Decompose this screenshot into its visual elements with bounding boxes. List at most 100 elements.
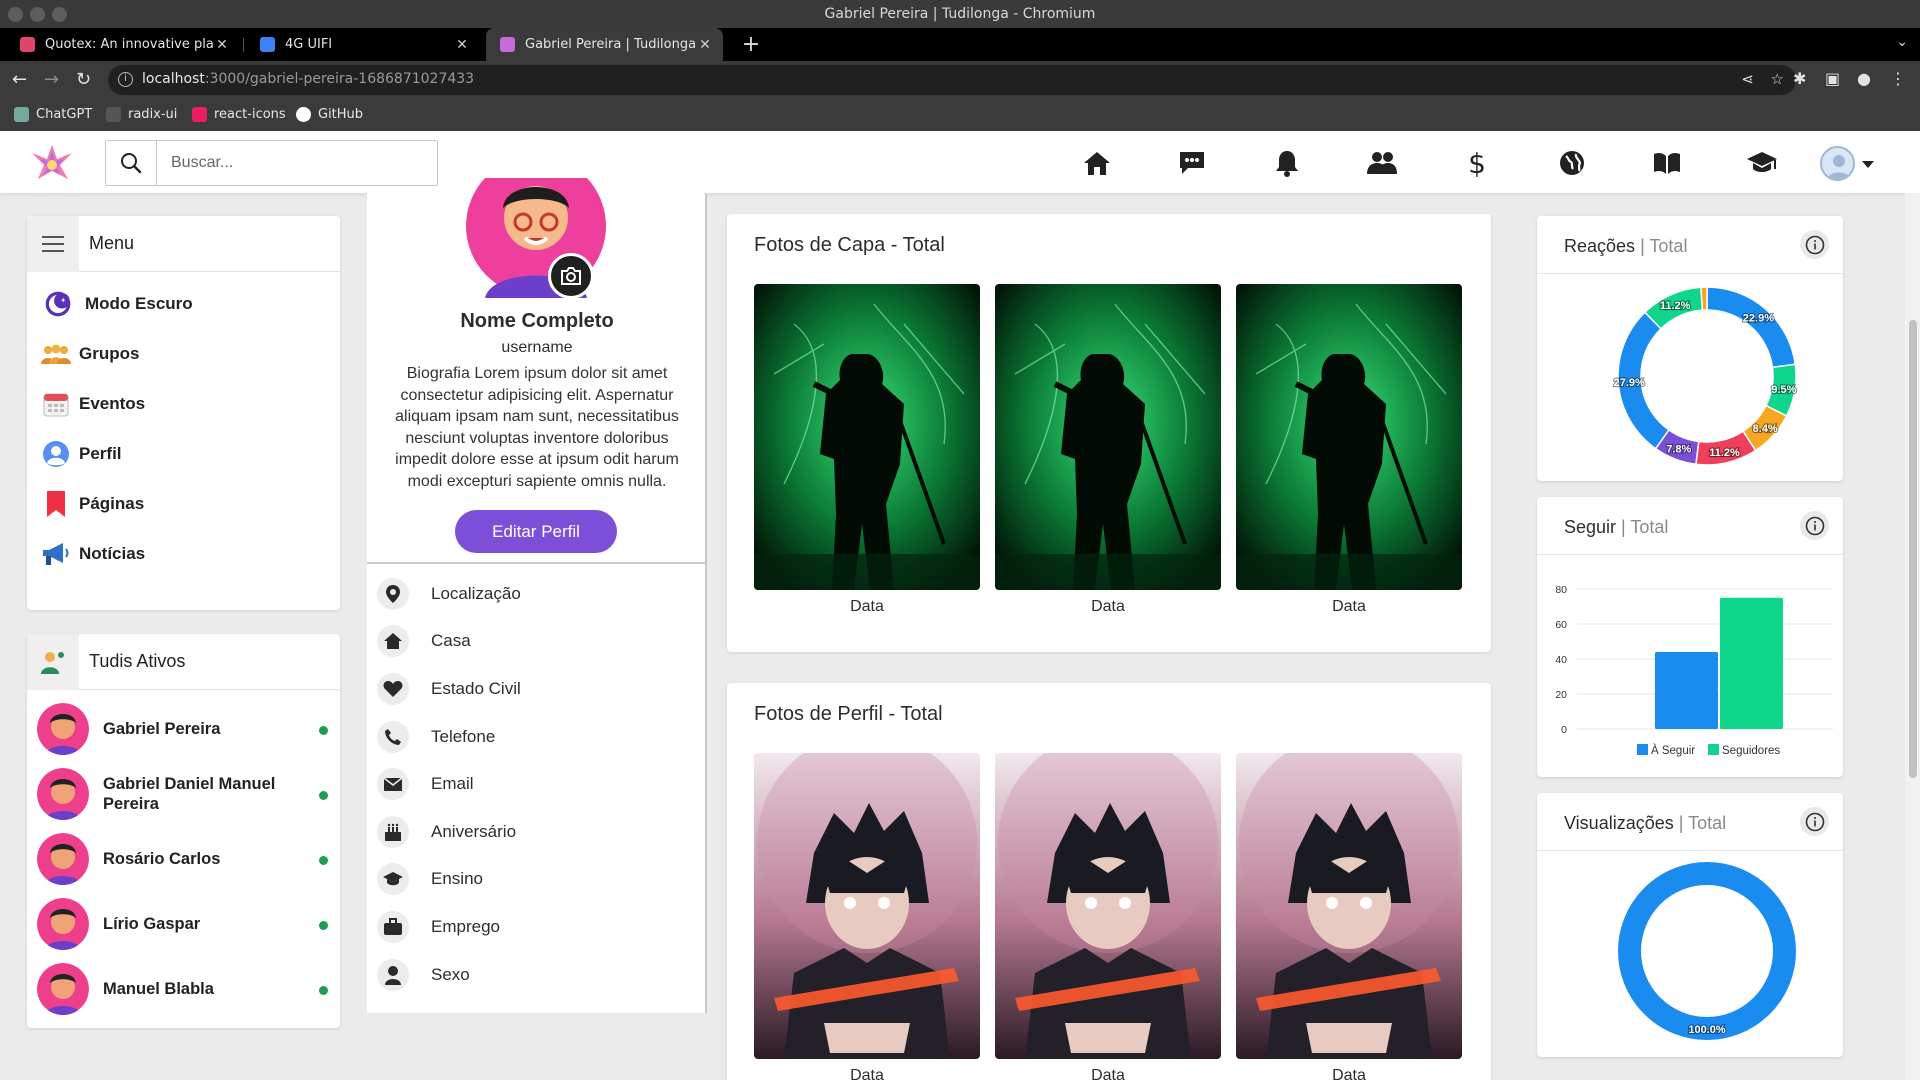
camera-icon (561, 267, 581, 285)
bookmarks-bar: ChatGPT radix-ui react-icons GitHub (0, 99, 1920, 131)
active-users-header: Tudis Ativos (27, 633, 340, 690)
info-row-gender[interactable]: Sexo (367, 951, 707, 999)
bookmark-radix-ui[interactable]: radix-ui (106, 107, 177, 122)
cover-photo[interactable] (754, 284, 980, 590)
profile-photos-card: Fotos de Perfil - Total Data Data Data (727, 683, 1491, 1080)
active-users-card: Tudis Ativos Gabriel Pereira Gabriel Dan… (27, 633, 340, 1028)
phone-icon (377, 720, 409, 753)
info-row-birthday[interactable]: Aniversário (367, 808, 707, 856)
profile-icon[interactable]: ● (1857, 69, 1871, 88)
search-input[interactable] (157, 141, 427, 185)
reactions-card: Reações | Total 22.9% 9.5% 8.4% 11.2% 7.8% 27… (1537, 216, 1843, 481)
new-tab-button[interactable]: + (737, 28, 765, 61)
dollar-icon[interactable]: $ (1461, 147, 1493, 180)
address-bar[interactable]: i localhost:3000/gabriel-pereira-1686871… (108, 65, 1796, 95)
profile-photo[interactable] (1236, 753, 1462, 1059)
tab-search-icon[interactable]: ⌄ (1896, 34, 1908, 50)
browser-tab[interactable]: 4G UIFI ✕ (246, 28, 480, 61)
info-icon[interactable] (1800, 230, 1829, 259)
menu-item-groups[interactable]: Grupos (27, 329, 340, 379)
menu-item-pages[interactable]: Páginas (27, 479, 340, 529)
avatar (37, 767, 89, 820)
bell-icon[interactable] (1271, 147, 1303, 179)
browser-tab-active[interactable]: Gabriel Pereira | Tudilonga ✕ (486, 28, 723, 61)
profile-photo[interactable] (754, 753, 980, 1059)
info-row-location[interactable]: Localização (367, 570, 707, 618)
legend-swatch (1708, 744, 1719, 755)
list-item[interactable]: Rosário Carlos (27, 826, 340, 891)
close-icon[interactable]: ✕ (214, 37, 230, 53)
list-item[interactable]: Gabriel Pereira (27, 696, 340, 761)
slice-label: 22.9% (1743, 312, 1774, 324)
list-item[interactable]: Gabriel Daniel Manuel Pereira (27, 761, 340, 826)
graduation-cap-icon[interactable] (1746, 147, 1778, 179)
menu-list: Modo Escuro Grupos Eventos Perfil Página… (27, 272, 340, 579)
bar[interactable] (1655, 652, 1718, 729)
users-icon[interactable] (1366, 147, 1398, 179)
list-item[interactable]: Lírio Gaspar (27, 891, 340, 956)
info-row-email[interactable]: Email (367, 760, 707, 808)
profile-photo[interactable] (995, 753, 1221, 1059)
info-row-marital-status[interactable]: Estado Civil (367, 665, 707, 713)
chevron-down-icon[interactable] (1862, 161, 1874, 168)
photo-caption: Data (850, 1067, 884, 1080)
browser-tab[interactable]: Quotex: An innovative platfo ✕ (6, 28, 240, 61)
window-title: Gabriel Pereira | Tudilonga - Chromium (824, 6, 1096, 22)
info-row-education[interactable]: Ensino (367, 856, 707, 904)
active-user-icon (27, 633, 79, 690)
kebab-menu-icon[interactable]: ⋮ (1890, 69, 1906, 88)
follow-card: Seguir | Total 0 20 40 60 80 À Seguir Seguidor… (1537, 497, 1843, 777)
y-tick-label: 40 (1555, 654, 1567, 666)
info-row-phone[interactable]: Telefone (367, 713, 707, 761)
share-icon[interactable]: ⋖ (1741, 70, 1754, 88)
views-donut-chart: 100.0% (1618, 862, 1796, 1040)
back-icon[interactable]: ← (12, 70, 27, 90)
cover-photo[interactable] (995, 284, 1221, 590)
close-icon[interactable]: ✕ (697, 37, 713, 53)
forward-icon[interactable]: → (44, 70, 59, 90)
user-avatar-button[interactable] (1820, 146, 1855, 181)
chat-icon[interactable] (1176, 147, 1208, 179)
bookmark-chatgpt[interactable]: ChatGPT (14, 107, 92, 122)
side-panel-icon[interactable]: ▣ (1825, 69, 1840, 88)
menu-item-profile[interactable]: Perfil (27, 429, 340, 479)
cover-photo[interactable] (1236, 284, 1462, 590)
graduation-cap-icon (377, 863, 409, 896)
book-icon[interactable] (1651, 147, 1683, 179)
close-icon[interactable]: ✕ (454, 37, 470, 53)
tudilonga-logo[interactable] (28, 139, 76, 187)
slice-label: 27.9% (1614, 377, 1645, 389)
bookmark-react-icons[interactable]: react-icons (192, 107, 286, 122)
menu-item-dark-mode[interactable]: Modo Escuro (27, 279, 340, 329)
info-row-home[interactable]: Casa (367, 618, 707, 666)
camera-button[interactable] (548, 253, 594, 299)
home-icon[interactable] (1081, 147, 1113, 179)
donut-slice[interactable] (1706, 286, 1797, 369)
person-icon (377, 958, 409, 991)
hamburger-icon[interactable] (27, 215, 79, 272)
edit-profile-button[interactable]: Editar Perfil (455, 510, 617, 553)
info-row-job[interactable]: Emprego (367, 903, 707, 951)
donut-slice[interactable] (1618, 862, 1796, 1040)
site-info-icon[interactable]: i (118, 72, 133, 87)
calendar-icon (41, 389, 71, 419)
extensions-icon[interactable]: ✱ (1793, 69, 1806, 88)
bookmark-star-icon[interactable]: ☆ (1771, 70, 1784, 88)
profile-bio: Biografia Lorem ipsum dolor sit amet con… (395, 365, 679, 490)
house-icon (377, 625, 409, 658)
donut-slice[interactable] (1700, 286, 1708, 311)
menu-item-events[interactable]: Eventos (27, 379, 340, 429)
info-icon[interactable] (1800, 807, 1829, 836)
info-icon[interactable] (1800, 511, 1829, 540)
search-button[interactable] (106, 141, 157, 185)
active-users-list: Gabriel Pereira Gabriel Daniel Manuel Pe… (27, 690, 340, 1021)
globe-icon[interactable] (1556, 147, 1588, 179)
menu-item-news[interactable]: Notícias (27, 529, 340, 579)
address-url[interactable]: localhost:3000/gabriel-pereira-168687102… (142, 71, 474, 87)
reload-icon[interactable]: ↻ (76, 70, 91, 90)
scrollbar-thumb[interactable] (1909, 320, 1917, 778)
list-item[interactable]: Manuel Blabla (27, 956, 340, 1021)
bookmark-github[interactable]: GitHub (296, 107, 363, 122)
bar[interactable] (1720, 597, 1783, 729)
slice-label: 8.4% (1753, 423, 1778, 435)
